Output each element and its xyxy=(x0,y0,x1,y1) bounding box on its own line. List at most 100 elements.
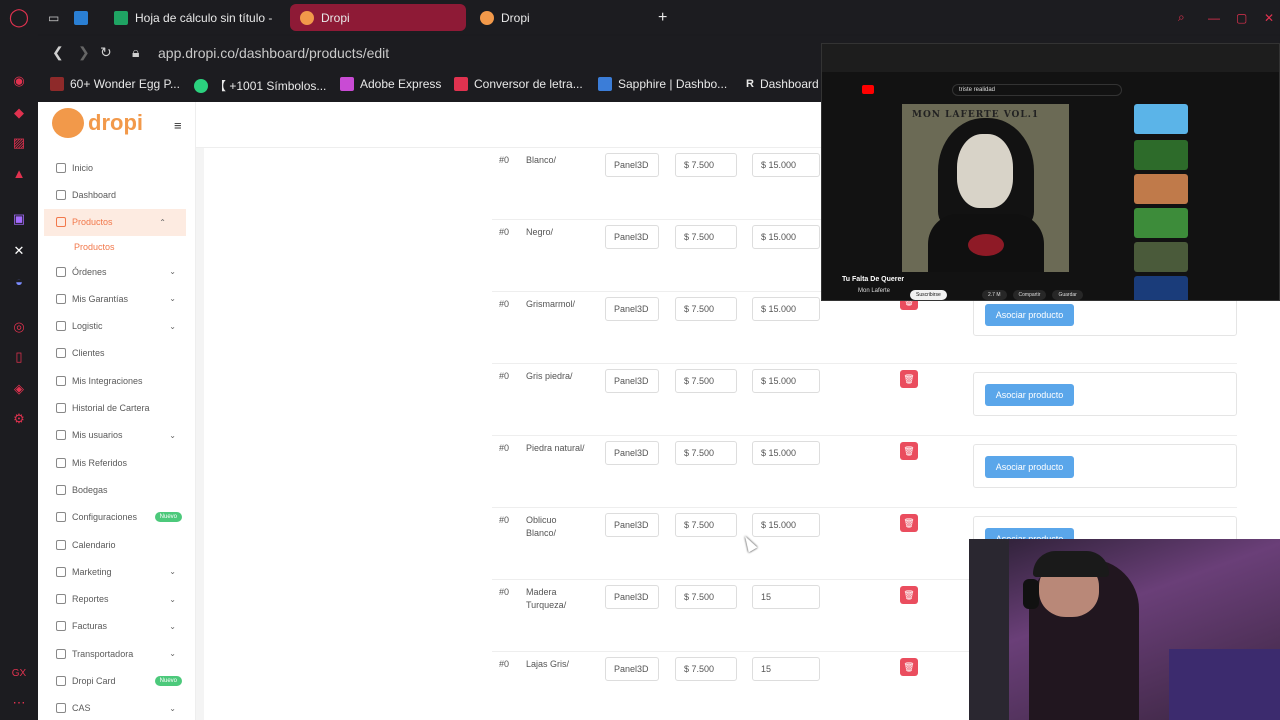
yt-share-button[interactable]: Compartir xyxy=(1012,290,1047,300)
supplier-field[interactable]: Panel3D xyxy=(605,225,659,249)
yt-recommendation[interactable] xyxy=(1134,242,1264,272)
delete-button[interactable]: 🗑︎ xyxy=(900,658,918,676)
yt-recommendation[interactable] xyxy=(1134,104,1264,134)
sidebar-item[interactable]: Reportes ⌄ xyxy=(38,585,196,612)
youtube-window[interactable]: triste realidad MON LAFERTE VOL.1 Tu Fal… xyxy=(821,43,1280,301)
supplier-field[interactable]: Panel3D xyxy=(605,153,659,177)
tab-search-icon[interactable]: ▭ xyxy=(48,4,68,31)
price-field[interactable]: $ 15.000 xyxy=(752,297,820,321)
url-text[interactable]: app.dropi.co/dashboard/products/edit xyxy=(158,45,389,61)
supplier-field[interactable]: Panel3D xyxy=(605,585,659,609)
yt-video-player[interactable]: MON LAFERTE VOL.1 xyxy=(902,104,1069,272)
bookmark-item[interactable]: R Dashboard xyxy=(746,77,819,91)
opera-logo-icon[interactable]: ◯ xyxy=(9,7,29,27)
sidebar-item[interactable]: Dropi Card Nuevo xyxy=(38,667,196,694)
circle-icon[interactable]: ◎ xyxy=(10,318,28,336)
tab-dropi-active[interactable]: Dropi xyxy=(290,4,466,31)
hamburger-icon[interactable]: ≡ xyxy=(174,118,182,133)
cost-field[interactable]: $ 7.500 xyxy=(675,441,737,465)
sidebar-item[interactable]: Inicio xyxy=(38,154,196,181)
delete-button[interactable]: 🗑︎ xyxy=(900,586,918,604)
sidebar-item[interactable]: Mis usuarios ⌄ xyxy=(38,422,196,449)
supplier-field[interactable]: Panel3D xyxy=(605,369,659,393)
price-field[interactable]: $ 15.000 xyxy=(752,153,820,177)
delete-button[interactable]: 🗑︎ xyxy=(900,370,918,388)
discord-icon[interactable]: ◒ xyxy=(10,272,28,290)
sidebar-item[interactable]: Clientes xyxy=(38,340,196,367)
diamond-icon[interactable]: ◆ xyxy=(10,104,28,122)
bookmark-item[interactable]: Sapphire | Dashbo... xyxy=(598,77,727,91)
sidebar-item[interactable]: Marketing ⌄ xyxy=(38,558,196,585)
price-field[interactable]: $ 15.000 xyxy=(752,513,820,537)
price-field[interactable]: $ 15.000 xyxy=(752,369,820,393)
more-icon[interactable]: ⋯ xyxy=(10,694,28,712)
price-field[interactable]: $ 15.000 xyxy=(752,225,820,249)
price-field[interactable]: 15 xyxy=(752,585,820,609)
associate-product-button[interactable]: Asociar producto xyxy=(985,384,1074,406)
dropi-logo[interactable]: dropi xyxy=(52,108,143,138)
associate-product-button[interactable]: Asociar producto xyxy=(985,456,1074,478)
sidebar-item[interactable]: Configuraciones Nuevo xyxy=(38,504,196,531)
associate-product-button[interactable]: Asociar producto xyxy=(985,304,1074,326)
phone-icon[interactable]: ▯ xyxy=(10,348,28,366)
supplier-field[interactable]: Panel3D xyxy=(605,441,659,465)
yt-subscribe-button[interactable]: Suscribirse xyxy=(910,290,947,300)
yt-channel-name[interactable]: Mon Laferte xyxy=(858,288,890,294)
tab-dropi[interactable]: Dropi xyxy=(470,4,640,31)
cost-field[interactable]: $ 7.500 xyxy=(675,225,737,249)
supplier-field[interactable]: Panel3D xyxy=(605,513,659,537)
reload-icon[interactable]: ↻ xyxy=(100,44,112,61)
yt-recommendation[interactable] xyxy=(1134,276,1264,300)
supplier-field[interactable]: Panel3D xyxy=(605,657,659,681)
cost-field[interactable]: $ 7.500 xyxy=(675,585,737,609)
bag-icon[interactable]: ▲ xyxy=(10,164,28,182)
send-icon[interactable]: ◈ xyxy=(10,380,28,398)
trello-icon[interactable] xyxy=(74,4,94,31)
delete-button[interactable]: 🗑︎ xyxy=(900,514,918,532)
x-icon[interactable]: ✕ xyxy=(10,242,28,260)
cost-field[interactable]: $ 7.500 xyxy=(675,153,737,177)
yt-recommendation[interactable] xyxy=(1134,140,1264,170)
sidebar-item[interactable]: Mis Garantías ⌄ xyxy=(38,285,196,312)
yt-recommendation[interactable] xyxy=(1134,174,1264,204)
sidebar-item[interactable]: Productos ⌃ xyxy=(44,208,186,236)
yt-search-input[interactable]: triste realidad xyxy=(952,84,1122,96)
bookmark-item[interactable]: Conversor de letra... xyxy=(454,77,583,91)
cost-field[interactable]: $ 7.500 xyxy=(675,513,737,537)
sidebar-item[interactable]: Mis Integraciones xyxy=(38,367,196,394)
cost-field[interactable]: $ 7.500 xyxy=(675,657,737,681)
yt-recommendation[interactable] xyxy=(1134,208,1264,238)
sidebar-item[interactable]: Productos xyxy=(38,236,196,258)
sidebar-item[interactable]: Historial de Cartera xyxy=(38,394,196,421)
price-field[interactable]: 15 xyxy=(752,657,820,681)
cost-field[interactable]: $ 7.500 xyxy=(675,297,737,321)
bookmark-item[interactable]: 60+ Wonder Egg P... xyxy=(50,77,180,91)
close-window-icon[interactable]: ✕ xyxy=(1254,4,1280,31)
price-field[interactable]: $ 15.000 xyxy=(752,441,820,465)
supplier-field[interactable]: Panel3D xyxy=(605,297,659,321)
settings-icon[interactable]: ⚙ xyxy=(10,410,28,428)
yt-like-button[interactable]: 2.7 M xyxy=(982,290,1007,300)
search-tabs-icon[interactable]: ⌕ xyxy=(1168,4,1195,31)
sidebar-item[interactable]: Calendario xyxy=(38,531,196,558)
new-tab-button[interactable]: + xyxy=(648,4,677,31)
sidebar-item[interactable]: Bodegas xyxy=(38,476,196,503)
aria-icon[interactable]: ◉ xyxy=(10,72,28,90)
sidebar-item[interactable]: Mis Referidos xyxy=(38,449,196,476)
delete-button[interactable]: 🗑︎ xyxy=(900,442,918,460)
bookmark-item[interactable]: 【 +1001 Símbolos... xyxy=(194,77,326,94)
forward-icon[interactable]: ❯ xyxy=(78,44,90,61)
sidebar-item[interactable]: Dashboard xyxy=(38,181,196,208)
bookmark-item[interactable]: Adobe Express xyxy=(340,77,441,91)
sidebar-item[interactable]: Órdenes ⌄ xyxy=(38,258,196,285)
sidebar-item[interactable]: Logistic ⌄ xyxy=(38,312,196,339)
sidebar-item[interactable]: Transportadora ⌄ xyxy=(38,640,196,667)
twitch-icon[interactable]: ▣ xyxy=(10,210,28,228)
sidebar-item[interactable]: CAS ⌄ xyxy=(38,695,196,720)
tab-sheets[interactable]: Hoja de cálculo sin título - xyxy=(104,4,290,31)
back-icon[interactable]: ❮ xyxy=(52,44,64,61)
cost-field[interactable]: $ 7.500 xyxy=(675,369,737,393)
crossed-icon[interactable]: ▨ xyxy=(10,134,28,152)
maximize-icon[interactable]: ▢ xyxy=(1226,4,1257,31)
yt-save-button[interactable]: Guardar xyxy=(1052,290,1083,300)
